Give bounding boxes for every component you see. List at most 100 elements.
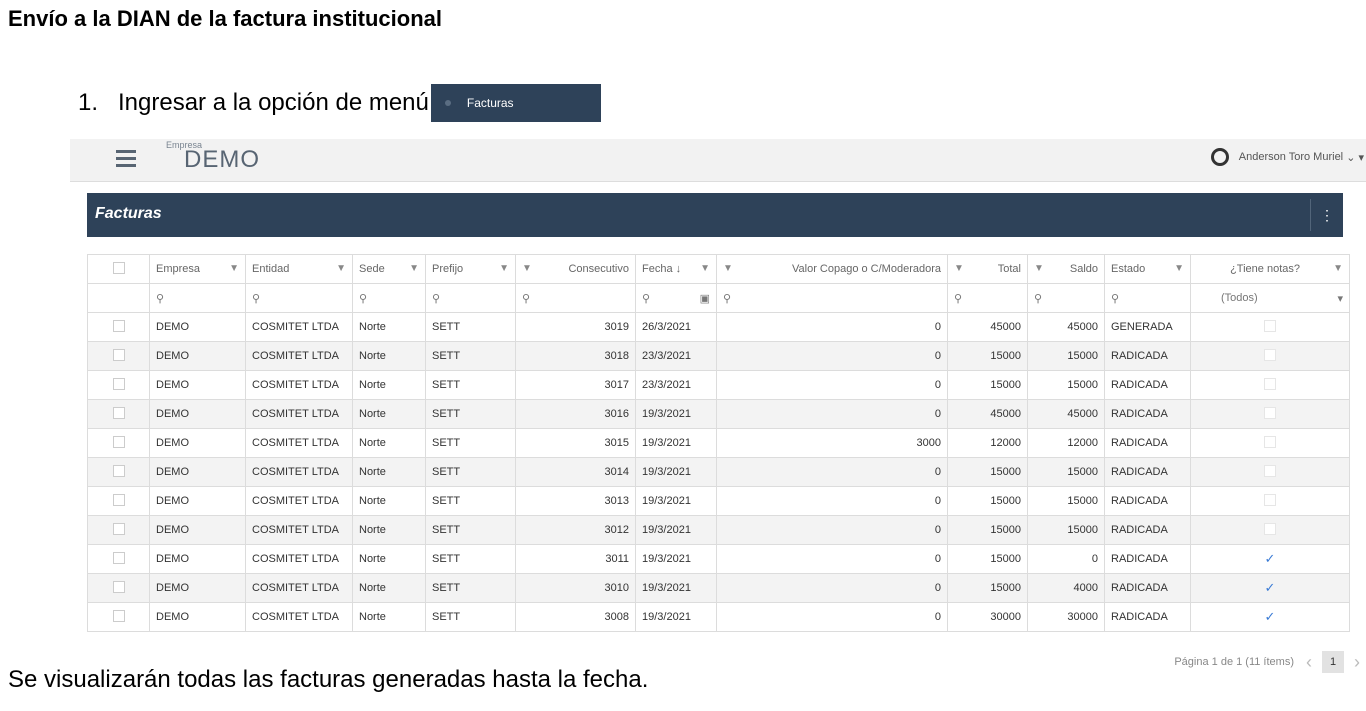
- row-checkbox[interactable]: [87, 428, 150, 458]
- cell-total: 12000: [947, 428, 1028, 458]
- cell-entidad: COSMITET LTDA: [245, 602, 353, 632]
- cell-entidad: COSMITET LTDA: [245, 486, 353, 516]
- more-options-icon[interactable]: ⋮: [1310, 199, 1343, 231]
- cell-estado: RADICADA: [1104, 399, 1191, 429]
- cell-empresa: DEMO: [149, 457, 246, 487]
- cell-consecutivo: 3008: [515, 602, 636, 632]
- row-checkbox[interactable]: [87, 573, 150, 603]
- cell-empresa: DEMO: [149, 544, 246, 574]
- table-row[interactable]: DEMO COSMITET LTDA Norte SETT 3018 23/3/2021 0…: [87, 341, 1350, 371]
- cell-sede: Norte: [352, 399, 426, 429]
- table-row[interactable]: DEMO COSMITET LTDA Norte SETT 3019 26/3/2021 0…: [87, 312, 1350, 342]
- row-checkbox[interactable]: [87, 515, 150, 545]
- row-checkbox[interactable]: [87, 544, 150, 574]
- column-header-estado[interactable]: Estado ▼: [1104, 254, 1191, 284]
- column-header-copago[interactable]: ▼ Valor Copago o C/Moderadora: [716, 254, 948, 284]
- cell-entidad: COSMITET LTDA: [245, 312, 353, 342]
- cell-notas: [1190, 370, 1350, 400]
- search-icon[interactable]: ⚲: [149, 283, 246, 313]
- sort-desc-icon: ↓: [675, 263, 682, 275]
- row-checkbox[interactable]: [87, 457, 150, 487]
- menu-item-label: Facturas: [466, 96, 514, 110]
- row-checkbox[interactable]: [87, 341, 150, 371]
- search-icon[interactable]: ⚲: [245, 283, 353, 313]
- cell-notas: [1190, 341, 1350, 371]
- row-checkbox[interactable]: [87, 602, 150, 632]
- cell-consecutivo: 3019: [515, 312, 636, 342]
- row-checkbox[interactable]: [87, 486, 150, 516]
- row-checkbox[interactable]: [87, 312, 150, 342]
- cell-prefijo: SETT: [425, 312, 516, 342]
- cell-fecha: 19/3/2021: [635, 602, 717, 632]
- column-header-entidad[interactable]: Entidad ▼: [245, 254, 353, 284]
- search-icon[interactable]: ⚲: [716, 283, 948, 313]
- select-all-checkbox[interactable]: [87, 254, 150, 284]
- cell-saldo: 15000: [1027, 486, 1105, 516]
- table-row[interactable]: DEMO COSMITET LTDA Norte SETT 3013 19/3/2021 0…: [87, 486, 1350, 516]
- cell-notas: [1190, 515, 1350, 545]
- search-icon[interactable]: ⚲: [947, 283, 1028, 313]
- cell-consecutivo: 3014: [515, 457, 636, 487]
- column-header-prefijo[interactable]: Prefijo ▼: [425, 254, 516, 284]
- table-row[interactable]: DEMO COSMITET LTDA Norte SETT 3016 19/3/2021 0…: [87, 399, 1350, 429]
- cell-prefijo: SETT: [425, 428, 516, 458]
- search-icon[interactable]: ⚲: [352, 283, 426, 313]
- column-header-notas[interactable]: ¿Tiene notas? ▼: [1190, 254, 1350, 284]
- column-header-consecutivo[interactable]: ▼ Consecutivo: [515, 254, 636, 284]
- column-header-sede[interactable]: Sede ▼: [352, 254, 426, 284]
- table-row[interactable]: DEMO COSMITET LTDA Norte SETT 3010 19/3/2021 0…: [87, 573, 1350, 603]
- search-icon[interactable]: ⚲: [425, 283, 516, 313]
- table-row[interactable]: DEMO COSMITET LTDA Norte SETT 3008 19/3/2021 0…: [87, 602, 1350, 632]
- cell-prefijo: SETT: [425, 544, 516, 574]
- cell-empresa: DEMO: [149, 341, 246, 371]
- column-header-total[interactable]: ▼ Total: [947, 254, 1028, 284]
- cell-total: 15000: [947, 544, 1028, 574]
- row-checkbox[interactable]: [87, 399, 150, 429]
- cell-empresa: DEMO: [149, 370, 246, 400]
- next-page-icon[interactable]: ›: [1354, 652, 1360, 673]
- panel-title: Facturas: [95, 205, 162, 222]
- cell-fecha: 19/3/2021: [635, 544, 717, 574]
- cell-copago: 0: [716, 312, 948, 342]
- cell-entidad: COSMITET LTDA: [245, 370, 353, 400]
- cell-consecutivo: 3013: [515, 486, 636, 516]
- page-button[interactable]: 1: [1322, 651, 1344, 673]
- prev-page-icon[interactable]: ‹: [1306, 652, 1312, 673]
- table-row[interactable]: DEMO COSMITET LTDA Norte SETT 3011 19/3/2021 0…: [87, 544, 1350, 574]
- checkmark-icon: ✓: [1264, 551, 1276, 566]
- hamburger-menu-icon[interactable]: [116, 150, 136, 171]
- filter-icon: ▼: [522, 263, 532, 274]
- cell-estado: RADICADA: [1104, 573, 1191, 603]
- search-icon[interactable]: ⚲: [515, 283, 636, 313]
- column-header-saldo[interactable]: ▼ Saldo: [1027, 254, 1105, 284]
- cell-empresa: DEMO: [149, 399, 246, 429]
- search-icon[interactable]: ⚲: [1104, 283, 1191, 313]
- cell-entidad: COSMITET LTDA: [245, 428, 353, 458]
- table-row[interactable]: DEMO COSMITET LTDA Norte SETT 3012 19/3/2021 0…: [87, 515, 1350, 545]
- cell-prefijo: SETT: [425, 370, 516, 400]
- cell-entidad: COSMITET LTDA: [245, 573, 353, 603]
- cell-fecha: 19/3/2021: [635, 573, 717, 603]
- cell-copago: 3000: [716, 428, 948, 458]
- cell-prefijo: SETT: [425, 399, 516, 429]
- cell-saldo: 15000: [1027, 457, 1105, 487]
- cell-estado: RADICADA: [1104, 486, 1191, 516]
- cell-entidad: COSMITET LTDA: [245, 544, 353, 574]
- step-1: 1. Ingresar a la opción de menú Facturas: [78, 84, 601, 122]
- table-row[interactable]: DEMO COSMITET LTDA Norte SETT 3015 19/3/2021 3…: [87, 428, 1350, 458]
- table-row[interactable]: DEMO COSMITET LTDA Norte SETT 3017 23/3/2021 0…: [87, 370, 1350, 400]
- user-menu[interactable]: Anderson Toro Muriel ⌄ ▾: [1210, 148, 1364, 166]
- filter-row: ⚲ ⚲ ⚲ ⚲ ⚲ ⚲ ▣ ⚲ ⚲ ⚲ ⚲ (Todos) ▾: [87, 283, 1350, 313]
- table-row[interactable]: DEMO COSMITET LTDA Norte SETT 3014 19/3/2021 0…: [87, 457, 1350, 487]
- column-header-empresa[interactable]: Empresa ▼: [149, 254, 246, 284]
- menu-item-facturas[interactable]: Facturas: [430, 84, 601, 122]
- row-checkbox[interactable]: [87, 370, 150, 400]
- column-header-fecha[interactable]: Fecha ↓ ▼: [635, 254, 717, 284]
- chevron-down-icon: ▾: [1337, 292, 1343, 305]
- search-icon[interactable]: ⚲: [1027, 283, 1105, 313]
- notas-filter-select[interactable]: (Todos) ▾: [1190, 283, 1350, 313]
- search-icon[interactable]: ⚲ ▣: [635, 283, 717, 313]
- bullet-icon: [444, 100, 451, 106]
- cell-sede: Norte: [352, 341, 426, 371]
- cell-fecha: 19/3/2021: [635, 515, 717, 545]
